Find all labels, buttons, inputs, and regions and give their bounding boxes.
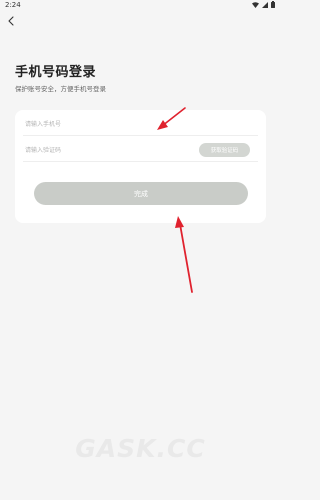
annotation-arrows [157,107,193,293]
arrow-to-submit-button [175,216,193,293]
login-screen: 2:24 手机号码登录 保护账号安全，方便手机号登录 获取验证码 完成 [0,0,281,500]
watermark: GASK.CC [75,434,206,463]
arrow-to-phone-input [157,107,186,130]
